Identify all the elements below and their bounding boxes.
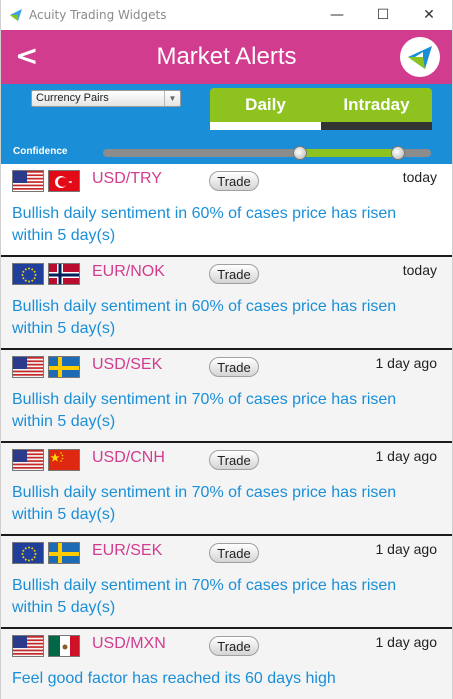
tab-daily[interactable]: Daily — [210, 88, 321, 122]
alert-time: 1 day ago — [375, 541, 438, 557]
flag-us-icon — [12, 449, 44, 471]
alert-time: 1 day ago — [375, 634, 438, 650]
confidence-label: Confidence — [13, 146, 68, 157]
period-tabs: Daily Intraday — [210, 88, 432, 130]
controls-bar: Currency Pairs ▼ Daily Intraday Confiden… — [1, 84, 452, 164]
close-button[interactable]: ✕ — [406, 0, 452, 30]
confidence-slider-fill — [299, 149, 399, 157]
alert-item: EUR/NOK Trade today Bullish daily sentim… — [1, 257, 452, 350]
flag-mx-icon — [48, 635, 80, 657]
currency-pair[interactable]: USD/CNH — [92, 449, 165, 467]
alert-time: 1 day ago — [375, 448, 438, 464]
alert-message: Feel good factor has reached its 60 days… — [12, 670, 336, 687]
acuity-logo-icon — [400, 37, 440, 77]
tab-daily-indicator — [210, 122, 321, 130]
flag-se-icon — [48, 542, 80, 564]
alert-message: Bullish daily sentiment in 70% of cases … — [12, 391, 397, 430]
flag-tr-icon — [48, 170, 80, 192]
trade-button[interactable]: Trade — [209, 171, 259, 191]
header-bar: < Market Alerts — [1, 30, 452, 84]
alert-item: USD/TRY Trade today Bullish daily sentim… — [1, 164, 452, 257]
instrument-select-value: Currency Pairs — [36, 92, 109, 104]
flag-se-icon — [48, 356, 80, 378]
confidence-slider[interactable] — [103, 146, 431, 160]
instrument-select[interactable]: Currency Pairs ▼ — [31, 90, 181, 107]
tab-intraday-indicator — [321, 122, 432, 130]
maximize-button[interactable]: ☐ — [360, 0, 406, 30]
trade-button[interactable]: Trade — [209, 636, 259, 656]
alert-message: Bullish daily sentiment in 70% of cases … — [12, 577, 397, 616]
slider-handle-low[interactable] — [292, 146, 307, 160]
alert-item: USD/CNH Trade 1 day ago Bullish daily se… — [1, 443, 452, 536]
tab-intraday[interactable]: Intraday — [321, 88, 432, 122]
alert-item: USD/SEK Trade 1 day ago Bullish daily se… — [1, 350, 452, 443]
currency-pair[interactable]: USD/TRY — [92, 170, 162, 188]
alerts-list: USD/TRY Trade today Bullish daily sentim… — [1, 164, 452, 699]
trade-button[interactable]: Trade — [209, 450, 259, 470]
flag-us-icon — [12, 356, 44, 378]
back-button[interactable]: < — [15, 40, 38, 72]
alert-message: Bullish daily sentiment in 60% of cases … — [12, 205, 397, 244]
page-title: Market Alerts — [156, 43, 297, 70]
currency-pair[interactable]: EUR/SEK — [92, 542, 162, 560]
trade-button[interactable]: Trade — [209, 543, 259, 563]
chevron-down-icon: ▼ — [164, 91, 180, 106]
alert-time: today — [402, 169, 437, 185]
flag-no-icon — [48, 263, 80, 285]
alert-message: Bullish daily sentiment in 70% of cases … — [12, 484, 397, 523]
window-title: Acuity Trading Widgets — [29, 8, 167, 22]
currency-pair[interactable]: EUR/NOK — [92, 263, 165, 281]
flag-us-icon — [12, 635, 44, 657]
alert-time: today — [402, 262, 437, 278]
flag-us-icon — [12, 170, 44, 192]
currency-pair[interactable]: USD/SEK — [92, 356, 162, 374]
alert-item: USD/MXN Trade 1 day ago Feel good factor… — [1, 629, 452, 699]
flag-eu-icon — [12, 263, 44, 285]
flag-eu-icon — [12, 542, 44, 564]
app-window: Acuity Trading Widgets — ☐ ✕ < Market Al… — [0, 0, 453, 699]
flag-cn-icon — [48, 449, 80, 471]
app-logo-icon — [10, 9, 22, 21]
alert-item: EUR/SEK Trade 1 day ago Bullish daily se… — [1, 536, 452, 629]
title-bar: Acuity Trading Widgets — ☐ ✕ — [1, 0, 452, 30]
minimize-button[interactable]: — — [314, 0, 360, 30]
trade-button[interactable]: Trade — [209, 264, 259, 284]
slider-handle-high[interactable] — [391, 146, 406, 160]
currency-pair[interactable]: USD/MXN — [92, 635, 166, 653]
trade-button[interactable]: Trade — [209, 357, 259, 377]
alert-time: 1 day ago — [375, 355, 438, 371]
alert-message: Bullish daily sentiment in 60% of cases … — [12, 298, 397, 337]
